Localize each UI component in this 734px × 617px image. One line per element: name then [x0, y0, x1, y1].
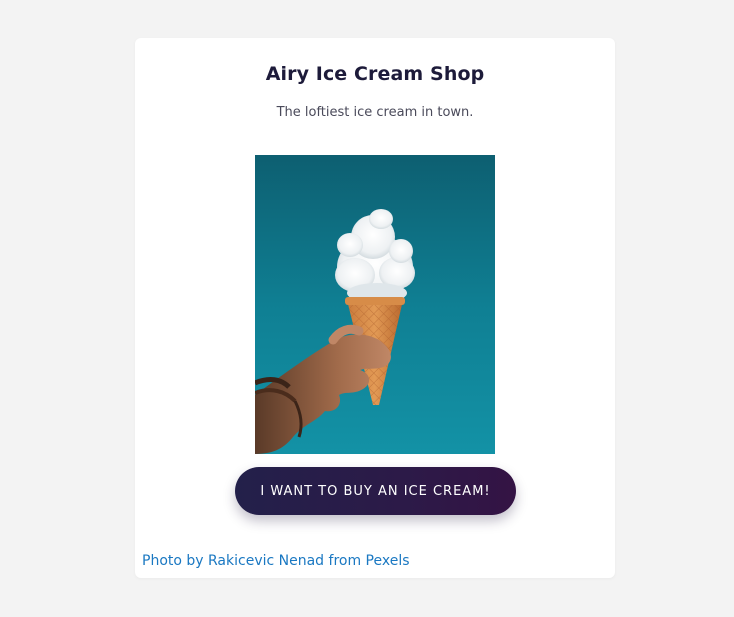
- ice-cream-cone-icon: [255, 155, 495, 454]
- shop-title: Airy Ice Cream Shop: [265, 63, 485, 85]
- shop-tagline: The loftiest ice cream in town.: [276, 105, 474, 120]
- buy-ice-cream-button[interactable]: I WANT TO BUY AN ICE CREAM!: [235, 467, 516, 515]
- ice-cream-photo: [255, 155, 495, 454]
- shop-card: Airy Ice Cream Shop The loftiest ice cre…: [135, 38, 615, 578]
- photo-credit-link[interactable]: Photo by Rakicevic Nenad from Pexels: [142, 553, 410, 569]
